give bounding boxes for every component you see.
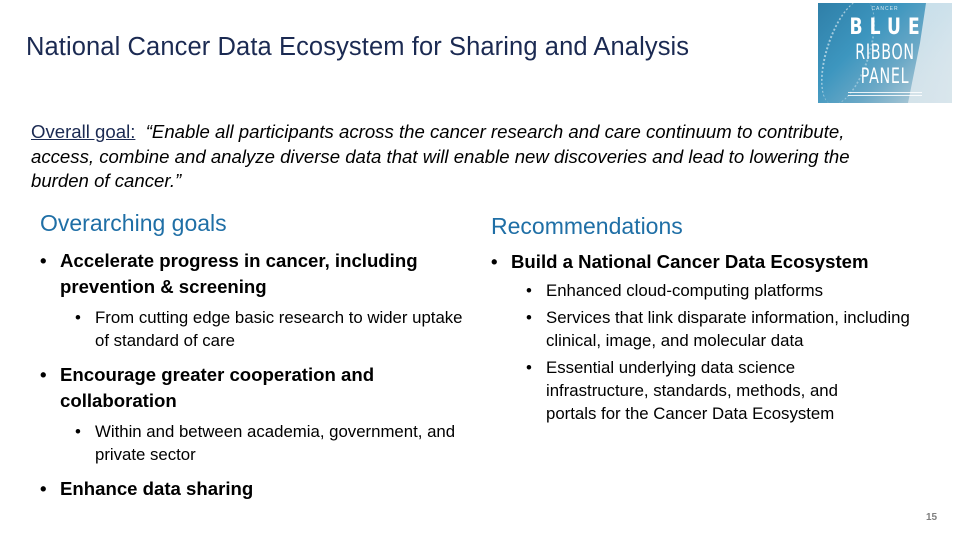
logo-line-3: PANEL xyxy=(860,64,910,88)
blue-ribbon-panel-logo: CANCER BLUE RIBBON PANEL xyxy=(818,3,952,103)
recommendations-column: Recommendations Build a National Cancer … xyxy=(491,208,951,425)
goal-item: Encourage greater cooperation and collab… xyxy=(40,362,470,414)
goal-item: Enhance data sharing xyxy=(40,476,470,502)
goal-subitem: From cutting edge basic research to wide… xyxy=(73,306,470,352)
logo-line-1: BLUE xyxy=(849,15,927,40)
recommendation-subitem: Enhanced cloud-computing platforms xyxy=(524,279,951,302)
overarching-goals-column: Overarching goals Accelerate progress in… xyxy=(40,208,470,502)
recommendation-subitem: Services that link disparate information… xyxy=(524,306,938,352)
logo-rule xyxy=(848,92,922,93)
overarching-goals-heading: Overarching goals xyxy=(40,210,227,236)
goal-subitem: Within and between academia, government,… xyxy=(73,420,470,466)
slide-title: National Cancer Data Ecosystem for Shari… xyxy=(26,33,690,61)
recommendations-heading: Recommendations xyxy=(491,213,683,239)
logo-small-text: CANCER xyxy=(871,6,899,12)
overall-goal: Overall goal: “Enable all participants a… xyxy=(31,120,871,194)
overall-goal-label: Overall goal: xyxy=(31,121,136,142)
logo-rule xyxy=(848,95,922,96)
goal-item: Accelerate progress in cancer, including… xyxy=(40,248,470,300)
overall-goal-quote: “Enable all participants across the canc… xyxy=(31,121,850,191)
recommendation-item: Build a National Cancer Data Ecosystem xyxy=(491,249,951,275)
logo-line-2: RIBBON xyxy=(855,40,915,64)
recommendation-subitem: Essential underlying data science infras… xyxy=(524,356,886,425)
page-number: 15 xyxy=(926,512,938,523)
